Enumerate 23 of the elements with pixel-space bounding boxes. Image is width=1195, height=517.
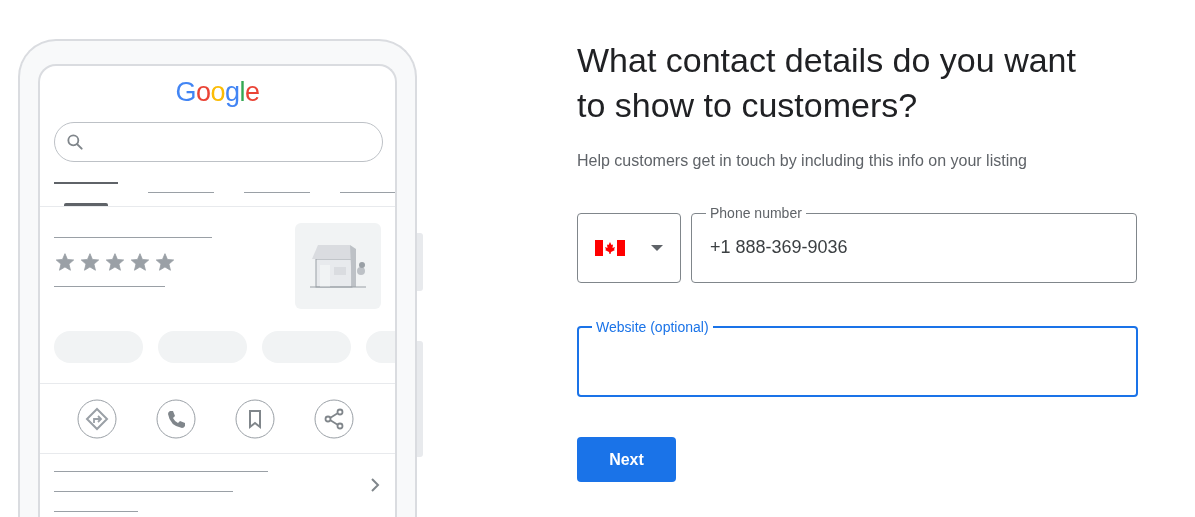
placeholder-line (340, 192, 395, 193)
placeholder-line (54, 182, 118, 184)
directions-icon (77, 399, 117, 439)
google-logo: Google (175, 76, 260, 108)
search-icon (65, 132, 85, 152)
country-dropdown[interactable] (577, 213, 681, 283)
phone-number-field[interactable]: Phone number +1 888-369-9036 (691, 205, 1137, 283)
chevron-right-icon (369, 476, 381, 493)
page-title: What contact details do you want to show to customers? (577, 40, 1077, 126)
share-icon (314, 399, 354, 439)
canada-flag-icon (595, 240, 625, 256)
next-button[interactable]: Next (577, 437, 676, 482)
phone-icon (156, 399, 196, 439)
phone-number-input[interactable]: +1 888-369-9036 (710, 221, 1122, 273)
bookmark-icon (235, 399, 275, 439)
placeholder-line (148, 192, 214, 193)
subtitle: Help customers get in touch by including this info on your listing (577, 152, 1027, 170)
dropdown-caret-icon (651, 245, 663, 251)
website-field[interactable]: Website (optional) (577, 319, 1138, 397)
field-label: Website (optional) (595, 319, 710, 335)
tab-indicator (64, 203, 108, 206)
field-label: Phone number (709, 205, 803, 221)
placeholder-line (244, 192, 310, 193)
